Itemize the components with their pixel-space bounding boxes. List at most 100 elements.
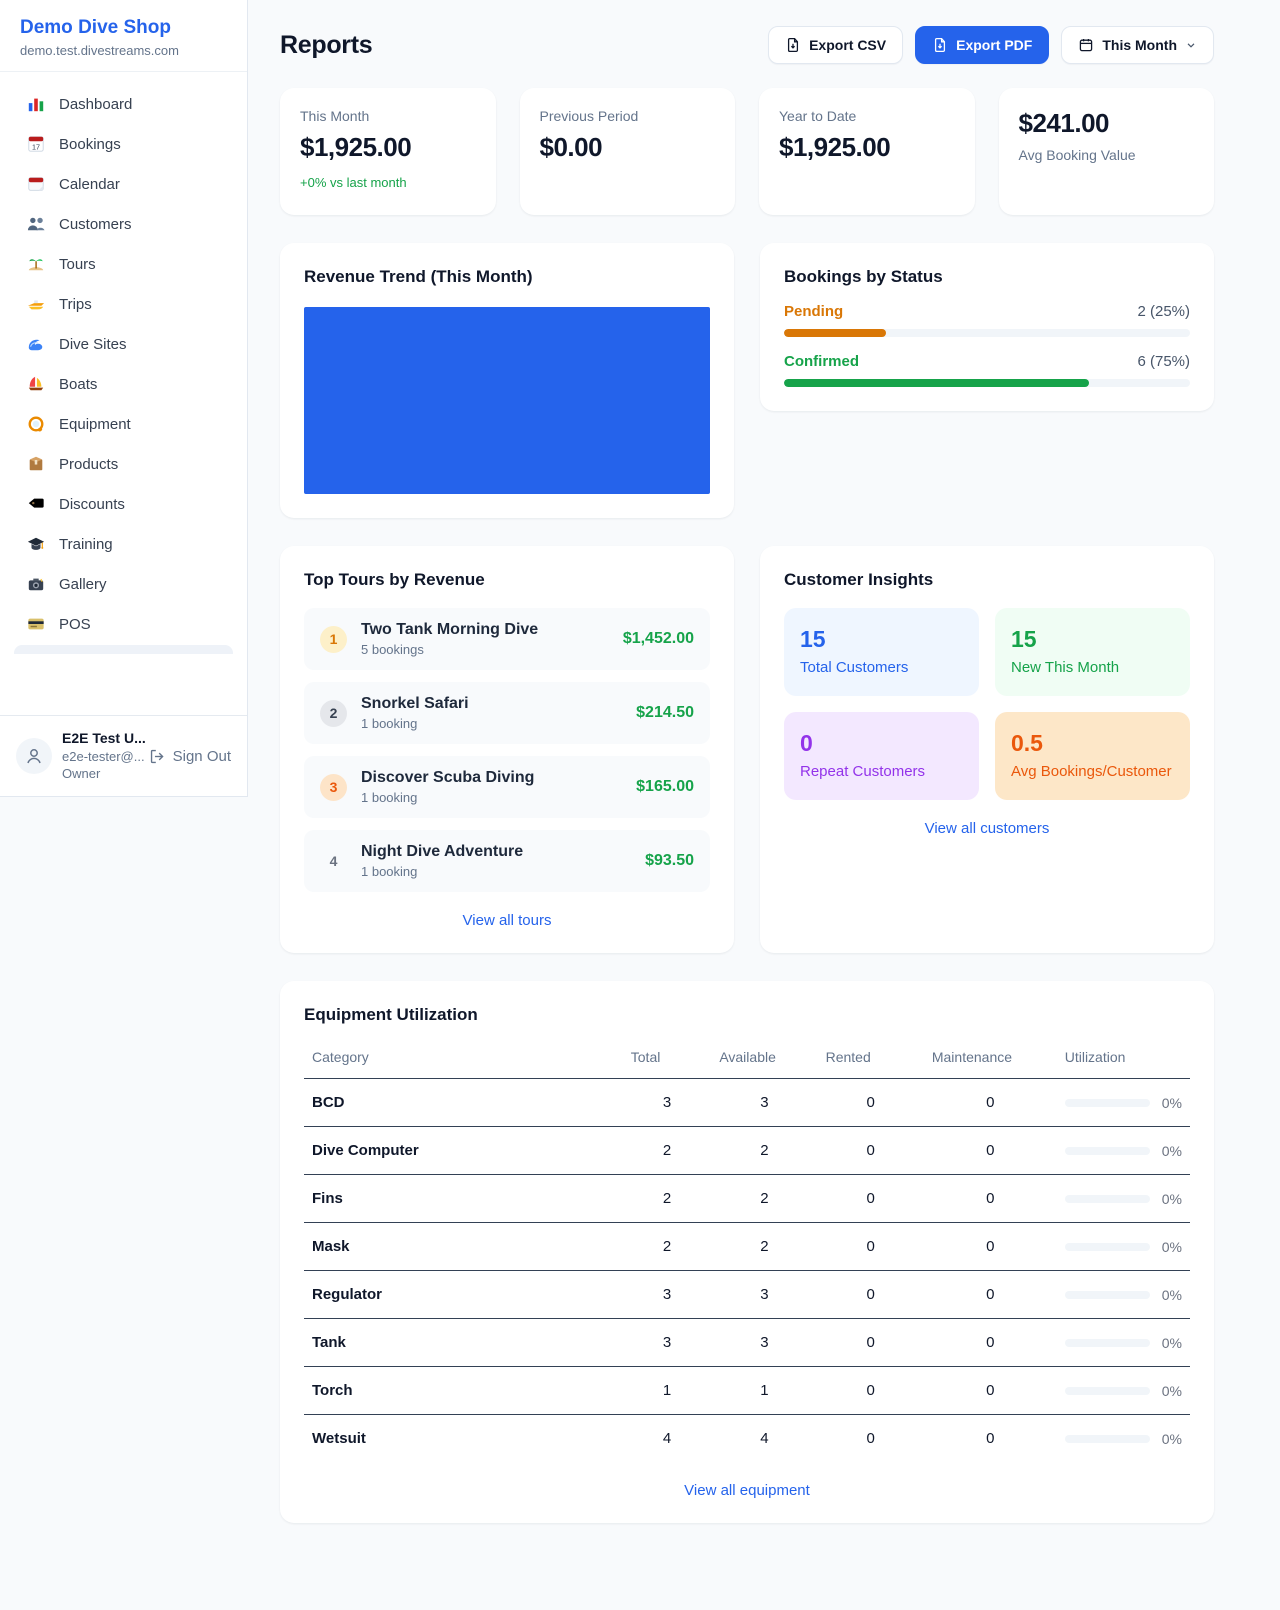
cell-rented: 0	[818, 1271, 924, 1319]
tour-name: Night Dive Adventure	[361, 843, 631, 861]
user-email: e2e-tester@...	[62, 748, 139, 766]
tour-row[interactable]: 2 Snorkel Safari 1 booking $214.50	[304, 682, 710, 744]
insight-tile-total-customers: 15 Total Customers	[784, 608, 979, 696]
column-header-rented: Rented	[818, 1039, 924, 1079]
sidebar-item-tours[interactable]: Tours	[12, 244, 235, 284]
export-csv-button[interactable]: Export CSV	[768, 26, 903, 64]
table-row: Torch 1 1 0 0 0%	[304, 1367, 1190, 1415]
table-row: Tank 3 3 0 0 0%	[304, 1319, 1190, 1367]
sidebar-item-label: Discounts	[59, 496, 125, 513]
cell-category: BCD	[304, 1079, 623, 1127]
sidebar-item-label: Products	[59, 456, 118, 473]
tour-name: Discover Scuba Diving	[361, 769, 622, 787]
view-all-equipment-link[interactable]: View all equipment	[304, 1482, 1190, 1499]
table-row: Regulator 3 3 0 0 0%	[304, 1271, 1190, 1319]
chevron-down-icon	[1185, 39, 1197, 51]
sailboat-icon	[26, 374, 46, 394]
table-row: Mask 2 2 0 0 0%	[304, 1223, 1190, 1271]
tear-off-calendar-icon	[26, 174, 46, 194]
stat-card-previous-period: Previous Period $0.00	[520, 88, 736, 215]
period-dropdown[interactable]: This Month	[1061, 26, 1214, 64]
sidebar-item-label: Customers	[59, 216, 132, 233]
sign-out-button[interactable]: Sign Out	[149, 748, 231, 765]
utilization-percent: 0%	[1162, 1095, 1182, 1111]
camera-flash-icon	[26, 574, 46, 594]
cell-rented: 0	[818, 1367, 924, 1415]
cell-utilization: 0%	[1057, 1175, 1190, 1223]
sidebar-item-gallery[interactable]: Gallery	[12, 564, 235, 604]
tour-row[interactable]: 3 Discover Scuba Diving 1 booking $165.0…	[304, 756, 710, 818]
cell-available: 3	[711, 1271, 817, 1319]
tile-value: 0.5	[1011, 730, 1174, 757]
avatar	[16, 738, 52, 774]
period-label: This Month	[1102, 37, 1177, 53]
sidebar-item-pos[interactable]: POS	[12, 604, 235, 644]
tour-name: Two Tank Morning Dive	[361, 621, 609, 639]
view-all-customers-link[interactable]: View all customers	[784, 820, 1190, 837]
cell-maintenance: 0	[924, 1415, 1057, 1463]
tile-label: Avg Bookings/Customer	[1011, 763, 1174, 780]
cell-available: 4	[711, 1415, 817, 1463]
tour-bookings: 1 booking	[361, 716, 622, 731]
utilization-bar-track	[1065, 1291, 1150, 1299]
cell-available: 3	[711, 1079, 817, 1127]
cell-utilization: 0%	[1057, 1415, 1190, 1463]
utilization-bar-track	[1065, 1435, 1150, 1443]
tour-revenue: $1,452.00	[623, 630, 694, 648]
table-row: Wetsuit 4 4 0 0 0%	[304, 1415, 1190, 1463]
view-all-tours-link[interactable]: View all tours	[304, 912, 710, 929]
cell-utilization: 0%	[1057, 1271, 1190, 1319]
sidebar-item-products[interactable]: Products	[12, 444, 235, 484]
stat-value: $1,925.00	[779, 132, 955, 163]
sidebar-item-trips[interactable]: Trips	[12, 284, 235, 324]
insights-grid: 15 Total Customers 15 New This Month 0 R…	[784, 608, 1190, 800]
cell-available: 3	[711, 1319, 817, 1367]
nav-item-partial[interactable]	[14, 645, 233, 654]
sidebar-item-discounts[interactable]: Discounts	[12, 484, 235, 524]
status-bar-fill	[784, 379, 1089, 387]
sidebar: Demo Dive Shop demo.test.divestreams.com…	[0, 0, 248, 797]
cell-utilization: 0%	[1057, 1367, 1190, 1415]
sidebar-item-calendar[interactable]: Calendar	[12, 164, 235, 204]
tile-label: New This Month	[1011, 659, 1174, 676]
sidebar-item-bookings[interactable]: 17 Bookings	[12, 124, 235, 164]
water-wave-icon	[26, 334, 46, 354]
sidebar-item-boats[interactable]: Boats	[12, 364, 235, 404]
insights-row: Top Tours by Revenue 1 Two Tank Morning …	[280, 546, 1214, 953]
cell-maintenance: 0	[924, 1367, 1057, 1415]
utilization-bar-track	[1065, 1387, 1150, 1395]
utilization-bar-track	[1065, 1243, 1150, 1251]
stat-value: $1,925.00	[300, 132, 476, 163]
export-pdf-button[interactable]: Export PDF	[915, 26, 1049, 64]
sidebar-item-dive-sites[interactable]: Dive Sites	[12, 324, 235, 364]
cell-utilization: 0%	[1057, 1319, 1190, 1367]
utilization-percent: 0%	[1162, 1383, 1182, 1399]
sidebar-item-training[interactable]: Training	[12, 524, 235, 564]
column-header-category: Category	[304, 1039, 623, 1079]
cell-utilization: 0%	[1057, 1223, 1190, 1271]
cell-total: 2	[623, 1175, 712, 1223]
cell-total: 1	[623, 1367, 712, 1415]
sidebar-item-label: Gallery	[59, 576, 107, 593]
tour-bookings: 1 booking	[361, 864, 631, 879]
tile-value: 15	[1011, 626, 1174, 653]
status-bar-track	[784, 379, 1190, 387]
card-title: Revenue Trend (This Month)	[304, 267, 710, 287]
stat-label: Previous Period	[540, 108, 716, 124]
sidebar-item-label: Boats	[59, 376, 97, 393]
sidebar-item-dashboard[interactable]: Dashboard	[12, 84, 235, 124]
top-tours-card: Top Tours by Revenue 1 Two Tank Morning …	[280, 546, 734, 953]
bookings-by-status-card: Bookings by Status Pending 2 (25%) Confi…	[760, 243, 1214, 411]
tile-value: 15	[800, 626, 963, 653]
sidebar-item-customers[interactable]: Customers	[12, 204, 235, 244]
brand-block: Demo Dive Shop demo.test.divestreams.com	[0, 0, 247, 72]
sidebar-item-equipment[interactable]: Equipment	[12, 404, 235, 444]
sidebar-item-label: POS	[59, 616, 91, 633]
tour-row[interactable]: 1 Two Tank Morning Dive 5 bookings $1,45…	[304, 608, 710, 670]
tour-name: Snorkel Safari	[361, 695, 622, 713]
tour-row[interactable]: 4 Night Dive Adventure 1 booking $93.50	[304, 830, 710, 892]
stat-card-avg-booking-value: $241.00 Avg Booking Value	[999, 88, 1215, 215]
tour-revenue: $165.00	[636, 778, 694, 796]
calendar-icon	[1078, 37, 1094, 53]
sidebar-item-label: Bookings	[59, 136, 121, 153]
